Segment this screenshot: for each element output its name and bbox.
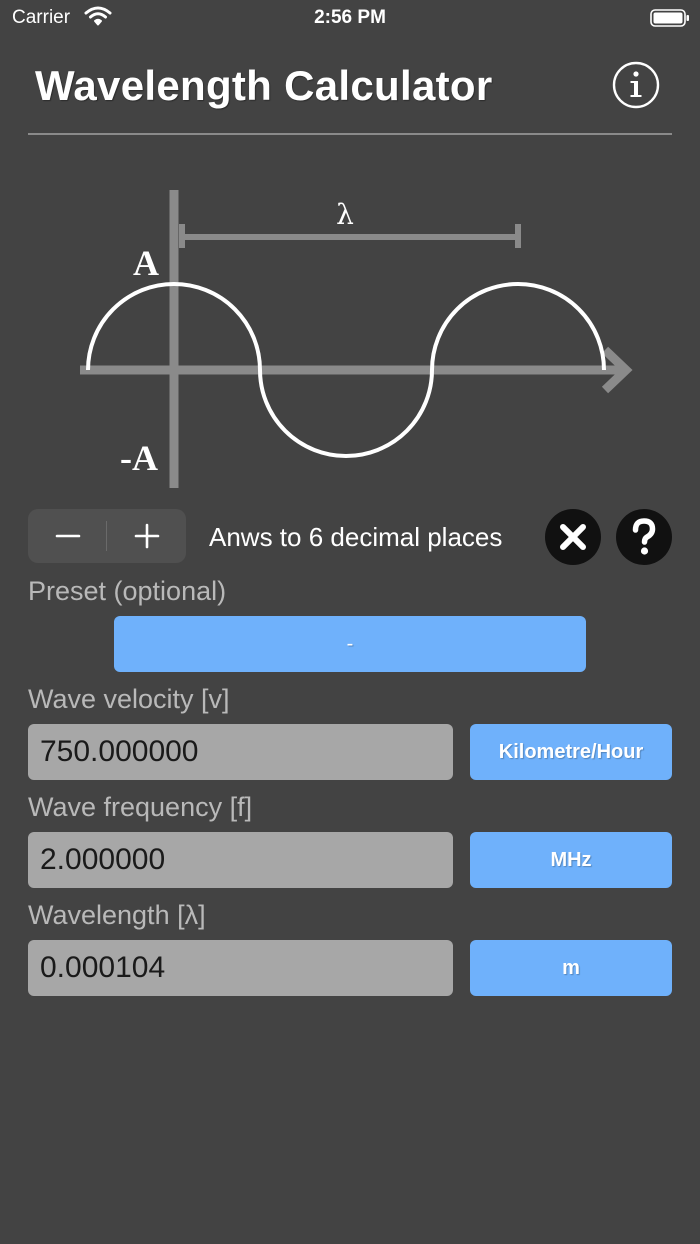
frequency-input[interactable]: 2.000000 xyxy=(28,832,453,888)
clear-icon[interactable] xyxy=(545,509,601,565)
velocity-label: Wave velocity [v] xyxy=(28,684,230,714)
info-icon[interactable] xyxy=(612,61,660,109)
decimal-stepper xyxy=(28,509,186,563)
page-title: Wavelength Calculator xyxy=(35,62,493,109)
increment-button[interactable] xyxy=(107,509,186,563)
wavelength-input[interactable]: 0.000104 xyxy=(28,940,453,996)
plus-icon xyxy=(134,523,159,549)
decrement-button[interactable] xyxy=(28,509,107,563)
frequency-label: Wave frequency [f] xyxy=(28,792,253,822)
preset-label: Preset (optional) xyxy=(28,576,227,606)
preset-selector-button[interactable]: - xyxy=(114,616,586,672)
wave-diagram: λ A -A xyxy=(80,190,633,488)
wavelength-unit-button[interactable]: m xyxy=(470,940,672,996)
neg-amplitude-label: -A xyxy=(120,438,158,478)
help-icon[interactable] xyxy=(616,509,672,565)
velocity-input[interactable]: 750.000000 xyxy=(28,724,453,780)
status-time: 2:56 PM xyxy=(314,7,386,28)
velocity-unit-button[interactable]: Kilometre/Hour xyxy=(470,724,672,780)
wavelength-label: Wavelength [λ] xyxy=(28,900,206,930)
frequency-unit-button[interactable]: MHz xyxy=(470,832,672,888)
battery-icon xyxy=(650,9,689,27)
decimal-places-label: Anws to 6 decimal places xyxy=(209,522,503,552)
lambda-label: λ xyxy=(336,198,354,231)
header-divider xyxy=(28,133,672,135)
amplitude-label: A xyxy=(133,243,159,283)
minus-icon xyxy=(55,534,80,538)
